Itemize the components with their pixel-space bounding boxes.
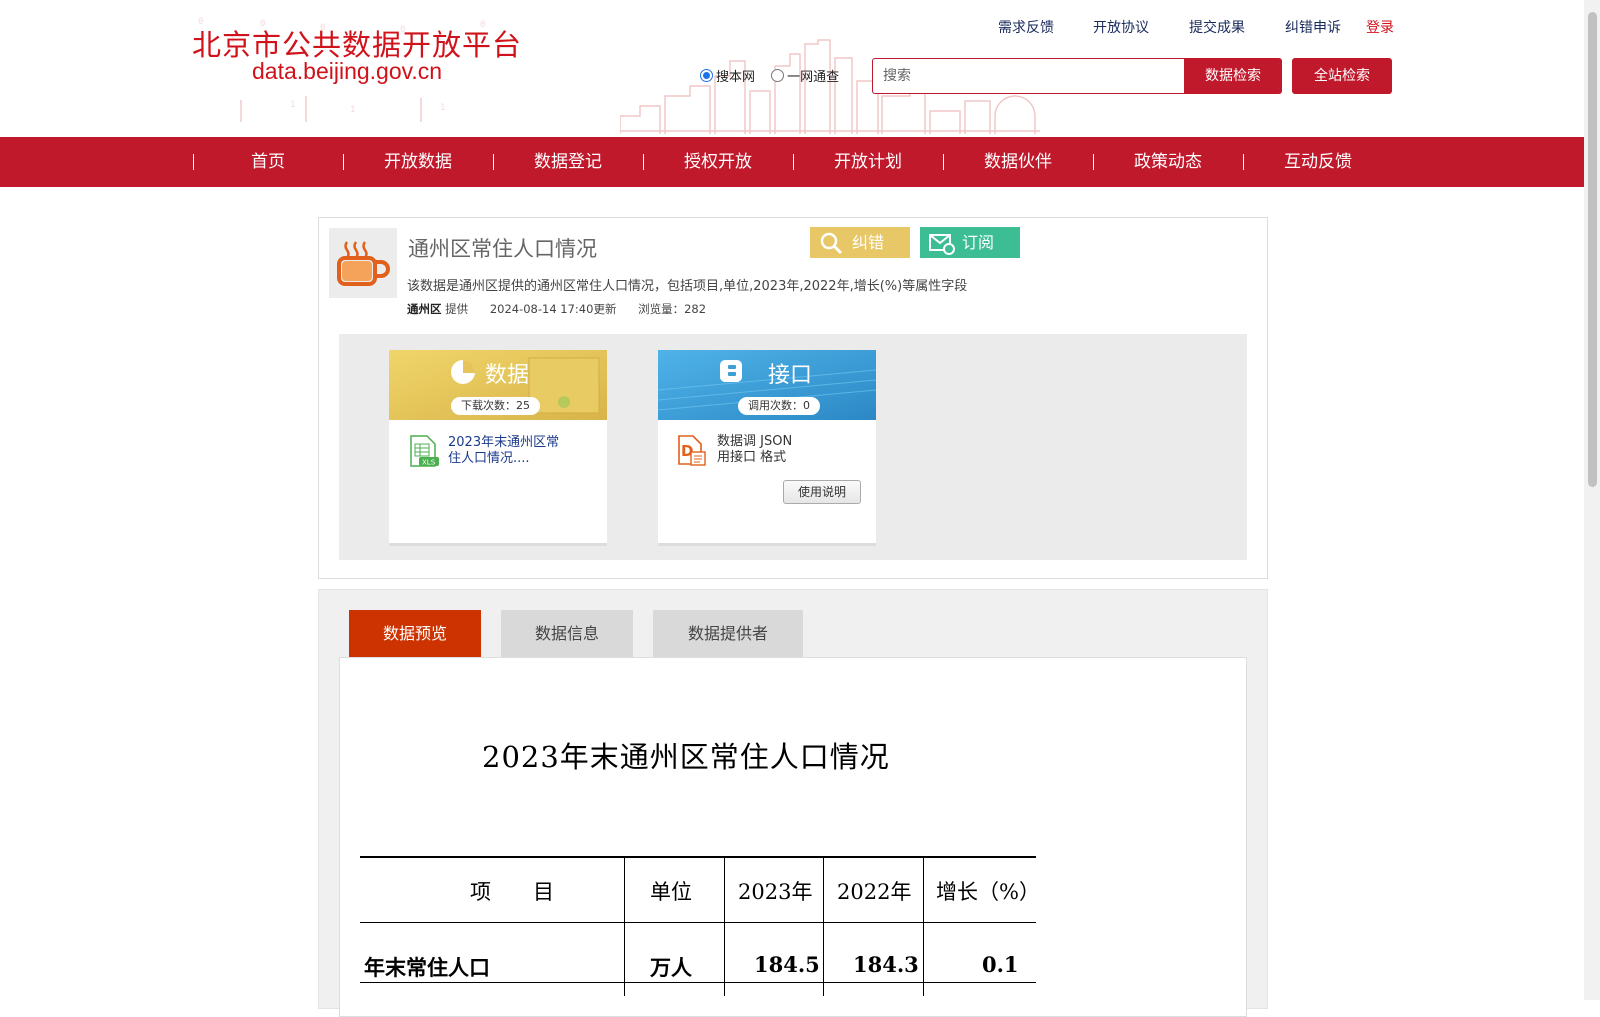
coffee-cup-icon [337, 241, 390, 286]
dataset-category-icon-box [329, 228, 397, 298]
resource-panel: 数据 下载次数：25 XLS 2023年末通州区常住人口情况.... 接口 调用… [339, 334, 1247, 560]
svg-text:1: 1 [350, 105, 355, 115]
table-cell-2023: 184.5 [754, 952, 820, 977]
preview-table: 项 目 单位 2023年 2022年 增长（%） 年末常住人口 万人 184.5… [360, 856, 1040, 996]
detail-section: 数据预览 数据信息 数据提供者 2023年末通州区常住人口情况 项 目 单位 2… [318, 589, 1268, 1017]
data-file-link[interactable]: 2023年末通州区常住人口情况.... [448, 435, 568, 467]
nav-item-open-plan[interactable]: 开放计划 [793, 137, 943, 187]
page-scrollbar-thumb[interactable] [1588, 12, 1597, 487]
dataset-views-label: 浏览量： [638, 302, 685, 316]
dataset-views: 282 [684, 302, 707, 316]
magnifier-icon [820, 232, 843, 255]
table-col-divider [624, 856, 625, 996]
api-description-line2: 用接口 格式 [717, 450, 787, 465]
dataset-provider[interactable]: 通州区 [407, 302, 442, 316]
main-nav: 首页 开放数据 数据登记 授权开放 开放计划 数据伙伴 政策动态 互动反馈 [0, 137, 1584, 187]
nav-item-home[interactable]: 首页 [193, 137, 343, 187]
table-header-2022: 2022年 [837, 880, 912, 904]
error-report-label: 纠错 [852, 233, 885, 252]
table-cell-2022: 184.3 [853, 952, 919, 977]
xls-file-icon: XLS [410, 435, 439, 467]
dataset-title: 通州区常住人口情况 [408, 237, 597, 261]
error-report-button[interactable]: 纠错 [810, 227, 910, 258]
svg-text:1: 1 [290, 100, 295, 110]
dataset-card: 通州区常住人口情况 纠错 订阅 该数据是通州区提供的通州区常住人口情况，包括项目… [318, 217, 1268, 579]
dataset-description: 该数据是通州区提供的通州区常住人口情况，包括项目,单位,2023年,2022年,… [407, 279, 968, 294]
link-open-agreement[interactable]: 开放协议 [1093, 17, 1149, 37]
preview-title: 2023年末通州区常住人口情况 [482, 740, 890, 774]
login-link[interactable]: 登录 [1366, 17, 1394, 37]
table-cell-item: 年末常住人口 [364, 955, 490, 980]
radio-search-site-label: 搜本网 [716, 70, 756, 85]
dataset-provider-suffix: 提供 [445, 302, 469, 316]
radio-search-site[interactable]: 搜本网 [700, 66, 755, 85]
table-cell-unit: 万人 [650, 955, 692, 980]
radio-dot-selected [700, 69, 713, 82]
xls-badge-text: XLS [422, 459, 436, 467]
table-header-item: 项 目 [470, 880, 554, 904]
svg-text:1: 1 [440, 103, 445, 113]
site-header: 010 101 010 北京市公共数据开放平台 data.beijing.gov… [0, 0, 1584, 134]
api-tile-banner [658, 350, 876, 420]
table-col-divider [724, 856, 725, 996]
nav-item-data-registration[interactable]: 数据登记 [493, 137, 643, 187]
dataset-updated: 2024-08-14 17:40更新 [489, 302, 617, 316]
dataset-meta: 通州区 提供 2024-08-14 17:40更新 浏览量：282 [407, 301, 706, 317]
api-description-line1: 数据调 JSON [717, 434, 793, 449]
data-preview-panel: 2023年末通州区常住人口情况 项 目 单位 2023年 2022年 增长（%）… [339, 657, 1247, 1017]
table-row-rule [360, 982, 1036, 983]
link-demand-feedback[interactable]: 需求反馈 [998, 17, 1054, 37]
site-logo-url[interactable]: data.beijing.gov.cn [252, 58, 442, 85]
nav-item-open-data[interactable]: 开放数据 [343, 137, 493, 187]
site-search-button[interactable]: 全站检索 [1292, 58, 1392, 94]
subscribe-button[interactable]: 订阅 [920, 227, 1020, 258]
table-cell-growth: 0.1 [982, 952, 1019, 977]
data-resource-tile: 数据 下载次数：25 XLS 2023年末通州区常住人口情况.... [389, 350, 607, 546]
nav-item-interactive-feedback[interactable]: 互动反馈 [1243, 137, 1393, 187]
mail-icon [929, 234, 955, 255]
radio-search-unified-label: 一网通查 [787, 70, 840, 85]
tab-data-provider[interactable]: 数据提供者 [653, 610, 803, 657]
table-header-unit: 单位 [650, 880, 692, 904]
table-header-2023: 2023年 [738, 880, 813, 904]
tab-data-preview[interactable]: 数据预览 [349, 610, 481, 657]
link-error-appeal[interactable]: 纠错申诉 [1285, 17, 1341, 37]
radio-search-unified[interactable]: 一网通查 [771, 66, 839, 85]
table-header-rule [360, 922, 1036, 923]
tab-data-info[interactable]: 数据信息 [501, 610, 633, 657]
table-col-divider [823, 856, 824, 996]
subscribe-label: 订阅 [962, 233, 995, 252]
usage-guide-button[interactable]: 使用说明 [783, 480, 861, 504]
search-input[interactable]: 搜索 [872, 58, 1184, 94]
data-search-button[interactable]: 数据检索 [1184, 58, 1282, 94]
api-description: 数据调 JSON 用接口 格式 [717, 434, 792, 466]
api-document-icon: D [678, 435, 706, 466]
nav-item-policy-news[interactable]: 政策动态 [1093, 137, 1243, 187]
table-top-rule [360, 856, 1036, 858]
table-header-growth: 增长（%） [936, 880, 1040, 904]
link-submit-results[interactable]: 提交成果 [1189, 17, 1245, 37]
radio-dot [771, 69, 785, 82]
nav-item-authorized-open[interactable]: 授权开放 [643, 137, 793, 187]
api-resource-tile: 接口 调用次数：0 D 数据调 JSON 用接口 格式 使用说明 [658, 350, 876, 546]
data-tile-banner [389, 350, 607, 420]
nav-item-data-partners[interactable]: 数据伙伴 [943, 137, 1093, 187]
table-col-divider [923, 856, 924, 996]
search-scope-radios: 搜本网 一网通查 [700, 66, 851, 86]
